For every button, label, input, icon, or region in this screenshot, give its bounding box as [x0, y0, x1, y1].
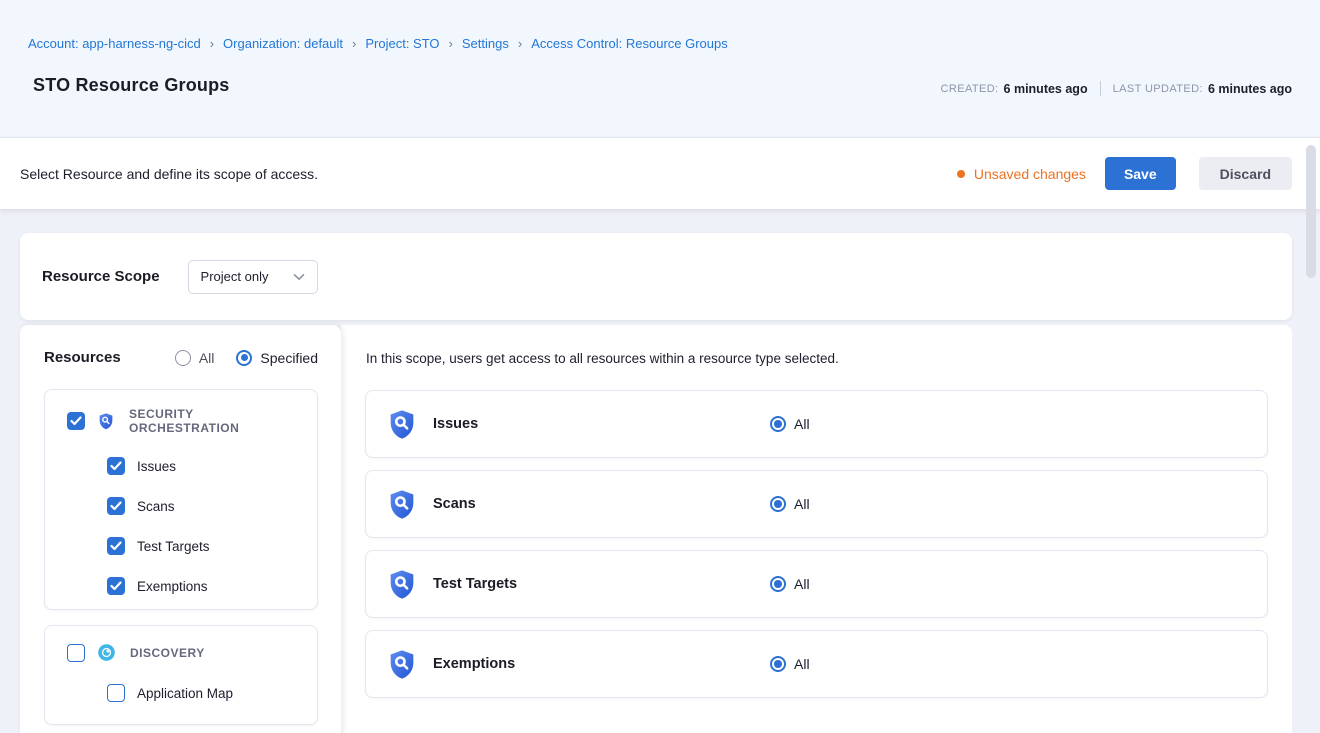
resource-item-application-map[interactable]: Application Map — [107, 684, 303, 702]
access-radio-group[interactable]: All — [770, 576, 810, 592]
resource-scope-select[interactable]: Project only — [188, 260, 318, 294]
meta-divider — [1100, 81, 1101, 96]
resource-item-label: Scans — [137, 499, 175, 514]
resource-item-label: Exemptions — [137, 579, 208, 594]
radio-specified-label: Specified — [260, 350, 318, 366]
main-content: Resource Scope Project only Resources Al… — [0, 209, 1320, 733]
shield-magnifier-icon — [386, 408, 418, 440]
group-checkbox-checked[interactable] — [67, 412, 85, 430]
chevron-right-icon: › — [449, 37, 453, 50]
checkbox-checked[interactable] — [107, 577, 125, 595]
group-name: DISCOVERY — [130, 646, 205, 660]
unsaved-changes-badge: Unsaved changes — [957, 166, 1086, 182]
checkbox-unchecked[interactable] — [107, 684, 125, 702]
resource-type-card-issues: Issues All — [365, 390, 1268, 458]
resource-item-label: Issues — [137, 459, 176, 474]
header-meta: CREATED: 6 minutes ago LAST UPDATED: 6 m… — [941, 81, 1292, 96]
toolbar-actions: Unsaved changes Save Discard — [957, 157, 1292, 190]
resource-type-name: Exemptions — [433, 656, 515, 672]
shield-magnifier-icon — [386, 568, 418, 600]
checkbox-checked[interactable] — [107, 497, 125, 515]
access-all-label: All — [794, 576, 810, 592]
discard-button[interactable]: Discard — [1199, 157, 1292, 190]
breadcrumb-settings-link[interactable]: Settings — [462, 36, 509, 51]
shield-magnifier-icon — [386, 488, 418, 520]
unsaved-changes-label: Unsaved changes — [974, 166, 1086, 182]
chevron-right-icon: › — [210, 37, 214, 50]
access-all-label: All — [794, 656, 810, 672]
breadcrumb-organization-link[interactable]: Organization: default — [223, 36, 343, 51]
resource-item-label: Test Targets — [137, 539, 210, 554]
breadcrumb: Account: app-harness-ng-cicd › Organizat… — [28, 36, 1292, 51]
toolbar: Select Resource and define its scope of … — [0, 137, 1320, 209]
resource-scope-selected-value: Project only — [201, 269, 269, 284]
page-header: Account: app-harness-ng-cicd › Organizat… — [0, 0, 1320, 137]
resource-item-scans[interactable]: Scans — [107, 497, 303, 515]
checkbox-checked[interactable] — [107, 537, 125, 555]
radio-selected-icon[interactable] — [770, 576, 786, 592]
radio-option-specified[interactable]: Specified — [236, 350, 318, 366]
checkbox-checked[interactable] — [107, 457, 125, 475]
panels-row: Resources All Specified — [20, 325, 1292, 733]
group-name: SECURITY ORCHESTRATION — [129, 407, 303, 435]
resources-panel: Resources All Specified — [20, 325, 341, 733]
radar-lens-icon — [97, 643, 116, 662]
resource-type-card-exemptions: Exemptions All — [365, 630, 1268, 698]
access-radio-group[interactable]: All — [770, 496, 810, 512]
radio-selected-icon[interactable] — [236, 350, 252, 366]
chevron-down-icon — [279, 273, 305, 281]
access-radio-group[interactable]: All — [770, 656, 810, 672]
resource-item-label: Application Map — [137, 686, 233, 701]
radio-all-label: All — [199, 350, 215, 366]
radio-unselected-icon[interactable] — [175, 350, 191, 366]
resource-item-test-targets[interactable]: Test Targets — [107, 537, 303, 555]
resource-item-exemptions[interactable]: Exemptions — [107, 577, 303, 595]
chevron-right-icon: › — [352, 37, 356, 50]
radio-selected-icon[interactable] — [770, 416, 786, 432]
created-label: CREATED: — [941, 83, 999, 95]
vertical-scrollbar-thumb[interactable] — [1306, 145, 1316, 278]
radio-selected-icon[interactable] — [770, 656, 786, 672]
shield-magnifier-icon — [386, 648, 418, 680]
resource-scope-card: Resource Scope Project only — [20, 233, 1292, 320]
access-all-label: All — [794, 416, 810, 432]
access-radio-group[interactable]: All — [770, 416, 810, 432]
breadcrumb-resource-groups-link[interactable]: Access Control: Resource Groups — [531, 36, 728, 51]
resource-scope-label: Resource Scope — [42, 268, 160, 285]
chevron-right-icon: › — [518, 37, 522, 50]
resource-group-security-orchestration: SECURITY ORCHESTRATION Issues Scans — [44, 389, 318, 610]
radio-option-all[interactable]: All — [175, 350, 215, 366]
resource-type-card-scans: Scans All — [365, 470, 1268, 538]
breadcrumb-project-link[interactable]: Project: STO — [365, 36, 439, 51]
breadcrumb-account-link[interactable]: Account: app-harness-ng-cicd — [28, 36, 201, 51]
resource-type-card-test-targets: Test Targets All — [365, 550, 1268, 618]
group-header: DISCOVERY — [67, 643, 303, 662]
group-header: SECURITY ORCHESTRATION — [67, 407, 303, 435]
radio-selected-icon[interactable] — [770, 496, 786, 512]
resource-group-discovery: DISCOVERY Application Map — [44, 625, 318, 725]
app-root: Account: app-harness-ng-cicd › Organizat… — [0, 0, 1320, 733]
resource-type-name: Issues — [433, 416, 478, 432]
title-row: STO Resource Groups CREATED: 6 minutes a… — [28, 75, 1292, 96]
created-value: 6 minutes ago — [1004, 82, 1088, 96]
scope-description: In this scope, users get access to all r… — [366, 351, 1268, 366]
save-button[interactable]: Save — [1105, 157, 1176, 190]
unsaved-dot-icon — [957, 170, 965, 178]
resource-item-issues[interactable]: Issues — [107, 457, 303, 475]
resources-header: Resources All Specified — [44, 349, 318, 366]
resource-type-name: Test Targets — [433, 576, 517, 592]
group-checkbox-unchecked[interactable] — [67, 644, 85, 662]
resource-type-name: Scans — [433, 496, 476, 512]
toolbar-description: Select Resource and define its scope of … — [20, 166, 318, 182]
last-updated-value: 6 minutes ago — [1208, 82, 1292, 96]
access-all-label: All — [794, 496, 810, 512]
scope-detail-panel: In this scope, users get access to all r… — [341, 325, 1292, 733]
resources-title: Resources — [44, 349, 153, 366]
last-updated-label: LAST UPDATED: — [1113, 83, 1203, 95]
page-title: STO Resource Groups — [28, 75, 230, 96]
shield-magnifier-icon — [97, 412, 115, 430]
